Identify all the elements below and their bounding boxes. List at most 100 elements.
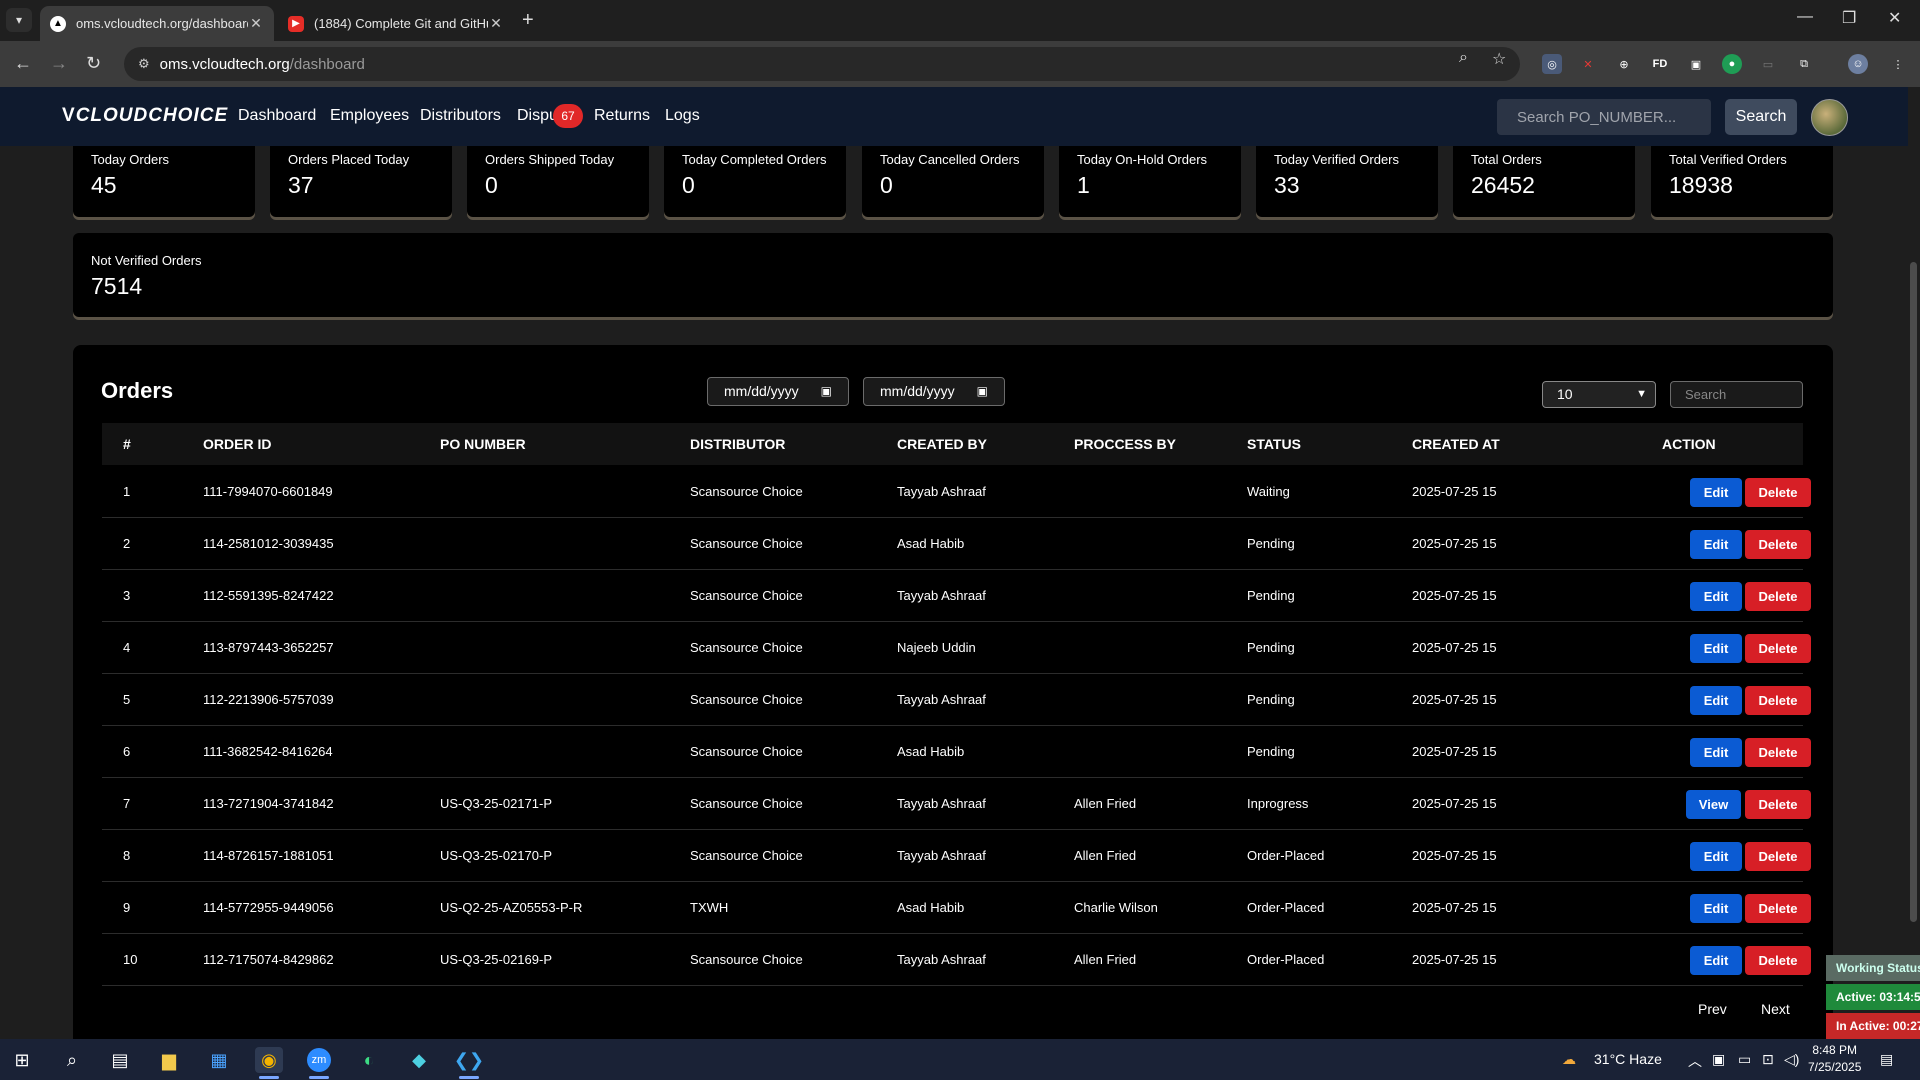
- close-tab-icon[interactable]: ✕: [248, 15, 264, 32]
- edit-button[interactable]: Edit: [1690, 842, 1742, 871]
- extension-globe-icon[interactable]: ⊕: [1614, 54, 1634, 74]
- table-row: 4 113-8797443-3652257 Scansource Choice Naj…: [102, 622, 1811, 674]
- date-to-input[interactable]: mm/dd/yyyy ▣: [863, 377, 1005, 406]
- extension-x-icon[interactable]: ✕: [1578, 54, 1598, 74]
- stat-value: 1: [1077, 172, 1090, 198]
- delete-button[interactable]: Delete: [1745, 738, 1811, 767]
- close-tab-icon[interactable]: ✕: [488, 15, 504, 32]
- back-icon[interactable]: ←: [14, 53, 32, 74]
- edit-button[interactable]: Edit: [1690, 478, 1742, 507]
- stat-label: Today On-Hold Orders: [1077, 152, 1208, 167]
- nav-link-dashboard[interactable]: Dashboard: [238, 107, 316, 125]
- user-avatar[interactable]: [1811, 99, 1848, 136]
- edit-button[interactable]: Edit: [1690, 946, 1742, 975]
- calendar-icon[interactable]: ▣: [977, 378, 988, 405]
- extensions-puzzle-icon[interactable]: ⧉: [1794, 54, 1814, 74]
- page-scrollbar-thumb[interactable]: [1910, 262, 1917, 922]
- nav-link-returns[interactable]: Returns: [594, 107, 650, 125]
- delete-button[interactable]: Delete: [1745, 686, 1811, 715]
- nav-link-employees[interactable]: Employees: [330, 107, 409, 125]
- extension-fd-icon[interactable]: FD: [1650, 54, 1670, 74]
- delete-button[interactable]: Delete: [1745, 530, 1811, 559]
- extension-glasses-icon[interactable]: ◎: [1542, 54, 1562, 74]
- mongodb-compass-icon[interactable]: ◐: [355, 1047, 383, 1073]
- chrome-icon[interactable]: ◉: [255, 1047, 283, 1079]
- date-from-input[interactable]: mm/dd/yyyy ▣: [707, 377, 849, 406]
- profile-icon[interactable]: ☺: [1848, 54, 1868, 74]
- zoom-app-icon[interactable]: zm: [305, 1047, 333, 1079]
- nav-link-disputes[interactable]: Dispu: [517, 107, 558, 125]
- browser-tab-dashboard[interactable]: ▲ oms.vcloudtech.org/dashboard ✕: [40, 6, 274, 41]
- calendar-icon[interactable]: ▣: [821, 378, 832, 405]
- view-button[interactable]: View: [1686, 790, 1741, 819]
- network-icon[interactable]: ⊡: [1762, 1051, 1774, 1068]
- notifications-icon[interactable]: ▤: [1880, 1051, 1893, 1068]
- disputes-count-badge: 67: [553, 104, 583, 128]
- reload-icon[interactable]: ↻: [86, 53, 101, 74]
- prev-page-button[interactable]: Prev: [1698, 1001, 1727, 1017]
- edit-button[interactable]: Edit: [1690, 686, 1742, 715]
- cell-created-at: 2025-07-25 15: [1412, 692, 1497, 707]
- bookmark-star-icon[interactable]: ☆: [1492, 49, 1506, 69]
- tab-search-chevron-icon[interactable]: ▾: [6, 8, 32, 32]
- task-view-icon[interactable]: ▤: [106, 1047, 134, 1073]
- cell-order-id: 114-5772955-9449056: [203, 900, 334, 915]
- battery-icon[interactable]: ▭: [1738, 1051, 1751, 1068]
- delete-button[interactable]: Delete: [1745, 946, 1811, 975]
- delete-button[interactable]: Delete: [1745, 634, 1811, 663]
- browser-tab-youtube[interactable]: ▶ (1884) Complete Git and GitHu ✕: [278, 6, 514, 41]
- extension-image-icon[interactable]: ▣: [1686, 54, 1706, 74]
- store-icon[interactable]: ▦: [205, 1047, 233, 1073]
- tray-app-icon[interactable]: ▣: [1712, 1051, 1725, 1068]
- extension-green-icon[interactable]: ●: [1722, 54, 1742, 74]
- site-info-icon[interactable]: ⚙: [138, 56, 150, 72]
- file-explorer-icon[interactable]: ▆: [155, 1047, 183, 1073]
- app-diamond-icon[interactable]: ◆: [405, 1047, 433, 1073]
- edit-button[interactable]: Edit: [1690, 582, 1742, 611]
- delete-button[interactable]: Delete: [1745, 894, 1811, 923]
- address-bar[interactable]: ⚙ oms.vcloudtech.org/dashboard: [124, 47, 1520, 81]
- zoom-icon[interactable]: ⌕: [1459, 49, 1468, 67]
- minimize-icon[interactable]: —: [1797, 8, 1813, 26]
- edit-button[interactable]: Edit: [1690, 738, 1742, 767]
- delete-button[interactable]: Delete: [1745, 790, 1811, 819]
- browser-menu-icon[interactable]: ⋮: [1888, 54, 1908, 74]
- window-close-icon[interactable]: ✕: [1888, 8, 1901, 28]
- edit-button[interactable]: Edit: [1690, 894, 1742, 923]
- cell-status: Order-Placed: [1247, 900, 1325, 915]
- next-page-button[interactable]: Next: [1761, 1001, 1790, 1017]
- table-row: 3 112-5591395-8247422 Scansource Choice Tay…: [102, 570, 1811, 622]
- delete-button[interactable]: Delete: [1745, 842, 1811, 871]
- system-clock[interactable]: 8:48 PM 7/25/2025: [1808, 1042, 1861, 1076]
- extension-screen-icon[interactable]: ▭: [1758, 54, 1778, 74]
- weather-text[interactable]: 31°C Haze: [1594, 1051, 1662, 1067]
- tray-overflow-icon[interactable]: ︿: [1688, 1051, 1702, 1071]
- cell-num: 1: [123, 484, 131, 499]
- edit-button[interactable]: Edit: [1690, 530, 1742, 559]
- edit-button[interactable]: Edit: [1690, 634, 1742, 663]
- po-number-search-input[interactable]: [1497, 99, 1711, 135]
- stat-card-today-verified: Today Verified Orders 33: [1256, 146, 1438, 217]
- windows-start-icon[interactable]: ⊞: [8, 1047, 36, 1073]
- brand-logo[interactable]: VCLOUDCHOICE: [62, 105, 228, 127]
- cell-distributor: Scansource Choice: [690, 536, 803, 551]
- cell-created-by: Asad Habib: [897, 536, 965, 551]
- volume-icon[interactable]: ◁): [1784, 1051, 1799, 1068]
- nav-link-logs[interactable]: Logs: [665, 107, 700, 125]
- search-icon[interactable]: ⌕: [58, 1047, 86, 1073]
- forward-icon[interactable]: →: [50, 53, 68, 74]
- orders-search-input[interactable]: [1670, 381, 1803, 408]
- restore-icon[interactable]: ❐: [1842, 8, 1856, 28]
- new-tab-icon[interactable]: +: [522, 9, 534, 32]
- delete-button[interactable]: Delete: [1745, 478, 1811, 507]
- cell-created-by: Tayyab Ashraaf: [897, 952, 986, 967]
- vscode-icon[interactable]: ❮❯: [454, 1047, 484, 1079]
- stat-value: 18938: [1669, 172, 1733, 198]
- cell-order-id: 112-5591395-8247422: [203, 588, 334, 603]
- active-time-status: Active: 03:14:5: [1826, 984, 1920, 1010]
- search-button[interactable]: Search: [1725, 99, 1797, 135]
- nav-link-distributors[interactable]: Distributors: [420, 107, 501, 125]
- delete-button[interactable]: Delete: [1745, 582, 1811, 611]
- stat-label: Orders Placed Today: [288, 152, 410, 167]
- page-size-select[interactable]: 10 ▼: [1542, 381, 1656, 408]
